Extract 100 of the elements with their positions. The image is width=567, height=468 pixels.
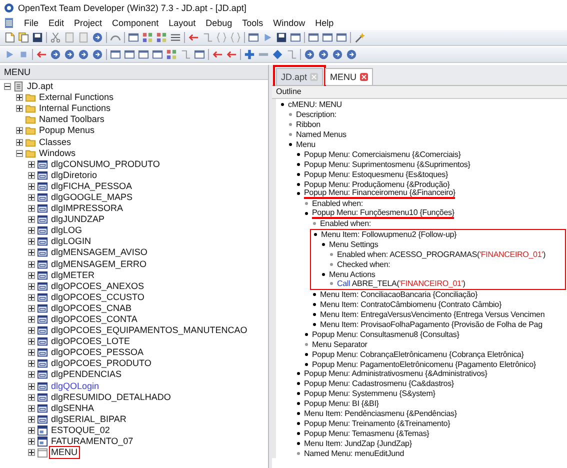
outline-item[interactable]: Menu Item: EntregaVersusVencimento {Entrega Versus Vencimen — [320, 310, 545, 320]
expand-toggle[interactable] — [28, 327, 35, 334]
tree-item[interactable]: ESTOQUE_02 — [50, 424, 111, 436]
outline-item[interactable]: Popup Menu: Cadastrosmenu {Ca&dastros} — [304, 379, 454, 388]
expand-toggle[interactable] — [28, 382, 35, 390]
grid-icon[interactable] — [156, 32, 167, 43]
expand-toggle[interactable] — [28, 194, 35, 201]
corner-icon[interactable] — [202, 32, 213, 43]
outline-item[interactable]: Enabled when: — [312, 199, 363, 208]
tree-item[interactable]: Named Toolbars — [38, 114, 106, 126]
expand-toggle[interactable] — [28, 216, 35, 224]
outline-item[interactable]: Popup Menu: Systemmenu {S&ystem} — [304, 389, 436, 398]
outline-item[interactable]: Enabled when: — [320, 219, 371, 228]
arrow-icon[interactable] — [212, 49, 223, 60]
window-icon[interactable] — [248, 32, 259, 43]
expand-toggle[interactable] — [28, 394, 35, 401]
tree-item[interactable]: dlgOPCOES_CNAB — [50, 302, 133, 314]
close-icon[interactable] — [360, 73, 368, 81]
outline-item[interactable]: Call ABRE_TELA('FINANCEIRO_01') — [337, 279, 466, 288]
tree-item[interactable]: Internal Functions — [38, 103, 112, 114]
outline-item[interactable]: cMENU: MENU — [288, 100, 342, 110]
outline-item[interactable]: Menu — [296, 140, 316, 149]
tree-item[interactable]: dlgOPCOES_PESSOA — [50, 347, 145, 358]
menu-bar-title[interactable]: File — [24, 18, 39, 28]
circle-icon[interactable] — [50, 49, 61, 60]
expand-toggle[interactable] — [28, 260, 35, 268]
diamond-icon[interactable] — [272, 49, 283, 60]
window-icon[interactable] — [110, 49, 121, 60]
expand-toggle[interactable] — [28, 205, 35, 212]
window-icon[interactable] — [152, 49, 163, 60]
circle-icon[interactable] — [318, 49, 329, 60]
outline-item[interactable]: Menu Settings — [329, 240, 378, 249]
menu-bar-title[interactable]: Project — [74, 18, 102, 28]
expand-toggle[interactable] — [28, 294, 35, 301]
outline-item[interactable]: Popup Menu: Funçõesmenu10 {Funções} — [312, 208, 454, 220]
tree-item[interactable]: dlgRESUMIDO_DETALHADO — [50, 392, 172, 403]
arrow-icon[interactable] — [36, 49, 47, 60]
expand-toggle[interactable] — [16, 94, 23, 102]
outline-item[interactable]: Ribbon — [296, 120, 320, 130]
circle-icon[interactable] — [346, 49, 357, 60]
tree-item[interactable]: dlgOPCOES_LOTE — [50, 336, 132, 348]
expand-toggle[interactable] — [28, 238, 35, 246]
tree-item[interactable]: Classes — [38, 136, 72, 148]
tree-item[interactable]: dlgJUNDZAP — [50, 214, 106, 226]
document-tab[interactable]: JD.apt — [276, 68, 324, 85]
tree-item[interactable]: dlgOPCOES_CCUSTO — [50, 292, 146, 303]
outline-item[interactable]: Enabled when: ACESSO_PROGRAMAS('FINANCEIRO_01') — [337, 250, 546, 259]
plus-icon[interactable] — [244, 49, 255, 60]
outline-item[interactable]: Named Menus — [296, 130, 346, 140]
window-icon[interactable] — [124, 49, 135, 60]
circle-icon[interactable] — [92, 32, 103, 43]
grid-icon[interactable] — [142, 32, 153, 43]
expand-toggle[interactable] — [28, 404, 35, 412]
menu-bar-title[interactable]: Window — [273, 18, 306, 28]
pages-icon[interactable] — [18, 32, 29, 43]
menu-bar-title[interactable]: Debug — [206, 18, 232, 28]
scissors-icon[interactable] — [50, 32, 61, 43]
expand-toggle[interactable] — [28, 338, 35, 346]
outline-item[interactable]: Menu Item: Pendênciasmenu {&Pendências} — [304, 409, 457, 418]
expand-toggle[interactable] — [28, 360, 35, 368]
circle-icon[interactable] — [304, 49, 315, 60]
window-icon[interactable] — [290, 32, 301, 43]
tree-item[interactable]: JD.apt — [26, 81, 54, 92]
tree-item[interactable]: dlgIMPRESSORA — [50, 203, 124, 214]
tree-item[interactable]: External Functions — [38, 92, 115, 104]
expand-toggle[interactable] — [28, 304, 35, 312]
tree-item[interactable]: dlgPENDENCIAS — [50, 369, 123, 380]
tree-item[interactable]: dlgMETER — [50, 270, 96, 281]
tree-item[interactable]: dlgSENHA — [50, 402, 96, 414]
tree-item[interactable]: dlgCONSUMO_PRODUTO — [50, 158, 161, 170]
window-icon[interactable] — [194, 49, 205, 60]
outline-item[interactable]: Menu Item: JundZap {JundZap} — [304, 438, 412, 448]
outline-item[interactable]: Menu Item: Followupmenu2 {Follow-up} — [321, 230, 457, 240]
tree-item[interactable]: dlgOPCOES_EQUIPAMENTOS_MANUTENCAO — [50, 325, 248, 336]
expand-toggle[interactable] — [16, 138, 23, 146]
expand-toggle[interactable] — [28, 349, 35, 356]
outline-item[interactable]: Popup Menu: Financeiromenu {&Financeiro} — [304, 188, 456, 200]
outline-item[interactable]: Popup Menu: CobrançaEletrônicamenu {Cobrança Eletrônica} — [312, 350, 524, 359]
circle-icon[interactable] — [64, 49, 75, 60]
expand-toggle[interactable] — [28, 272, 35, 279]
corner-icon[interactable] — [286, 49, 297, 60]
menu-bar-title[interactable]: Help — [315, 18, 334, 28]
outline-item[interactable]: Menu Item: ProvisaoFolhaPagamento {Provisão de Folha de Pag — [320, 320, 542, 330]
expand-toggle[interactable] — [28, 416, 35, 423]
expand-toggle[interactable] — [28, 316, 35, 324]
outline-item[interactable]: Menu Actions — [329, 270, 376, 279]
tree-item[interactable]: dlgSERIAL_BIPAR — [50, 414, 128, 425]
outline-item[interactable]: Popup Menu: Suprimentosmenu {&Suprimentos} — [304, 160, 470, 169]
grid-icon[interactable] — [166, 49, 177, 60]
document-icon[interactable] — [4, 18, 14, 28]
arrow-icon[interactable] — [188, 32, 199, 43]
outline-item[interactable]: Description: — [296, 110, 336, 120]
expand-toggle[interactable] — [28, 438, 35, 446]
tree-item[interactable]: FATURAMENTO_07 — [50, 436, 134, 448]
outline-item[interactable]: Popup Menu: Temasmenu {&Temas} — [304, 428, 430, 438]
expand-toggle[interactable] — [28, 160, 35, 168]
arrow-icon[interactable] — [226, 49, 237, 60]
window-icon[interactable] — [128, 32, 139, 43]
expand-toggle[interactable] — [28, 249, 35, 256]
outline-item[interactable]: Checked when: — [337, 260, 390, 269]
